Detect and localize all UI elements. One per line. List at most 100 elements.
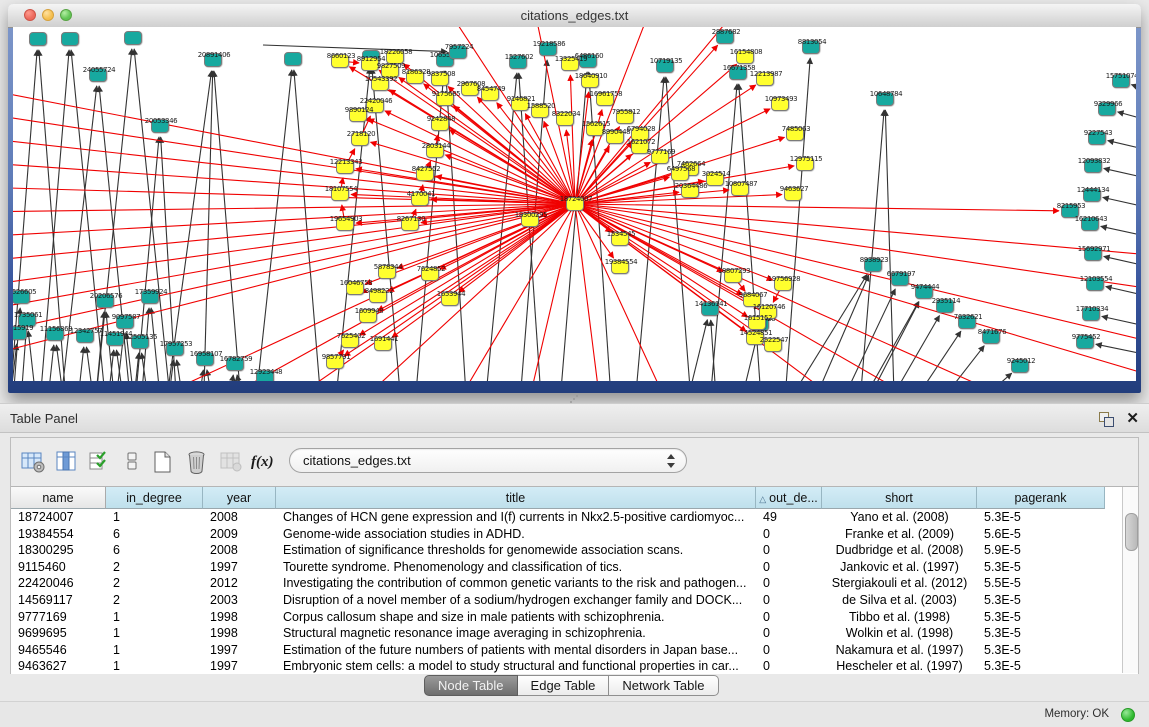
table-row[interactable]: 2242004622012Investigating the contribut… [11, 575, 1117, 592]
table-cell[interactable]: Wolkin et al. (1998) [822, 625, 977, 642]
graph-node-yellow[interactable]: 9857791 [326, 355, 344, 369]
table-row[interactable]: 1938455462009Genome-wide association stu… [11, 526, 1117, 543]
table-cell[interactable]: 1 [106, 509, 203, 526]
graph-node-yellow[interactable]: 10543392 [371, 77, 389, 91]
table-cell[interactable]: 2003 [203, 592, 276, 609]
table-cell[interactable]: Dudbridge et al. (2008) [822, 542, 977, 559]
column-header-out-de-[interactable]: △out_de... [756, 487, 822, 509]
import-table-button[interactable] [217, 448, 245, 476]
table-cell[interactable]: 5.5E-5 [977, 575, 1105, 592]
graph-node-yellow[interactable]: 1615152 [748, 316, 766, 330]
table-cell[interactable]: 5.3E-5 [977, 509, 1105, 526]
graph-node-yellow[interactable]: 9463627 [784, 187, 802, 201]
table-settings-button[interactable] [19, 448, 47, 476]
table-cell[interactable]: 0 [756, 609, 822, 626]
graph-node-yellow[interactable]: 9837508 [431, 72, 449, 86]
table-cell[interactable]: Nakamura et al. (1997) [822, 642, 977, 659]
graph-node-yellow[interactable]: 9175685 [436, 92, 454, 106]
table-cell[interactable]: 1998 [203, 625, 276, 642]
graph-node-yellow[interactable]: 1653944 [441, 292, 459, 306]
table-cell[interactable]: 5.3E-5 [977, 625, 1105, 642]
column-header-pagerank[interactable]: pagerank [977, 487, 1105, 509]
graph-node-yellow[interactable]: 20364486 [681, 184, 699, 198]
table-cell[interactable]: 0 [756, 625, 822, 642]
zoom-window-button[interactable] [60, 9, 72, 21]
memory-status-indicator[interactable] [1121, 708, 1135, 722]
table-cell[interactable]: 22420046 [11, 575, 106, 592]
table-cell[interactable]: 0 [756, 526, 822, 543]
graph-node-yellow[interactable]: 12213343 [336, 160, 354, 174]
close-panel-icon[interactable]: ✕ [1126, 408, 1139, 430]
graph-node-teal[interactable]: 9245012 [1011, 359, 1029, 373]
graph-node-teal[interactable]: 7957224 [449, 45, 467, 59]
table-cell[interactable]: 0 [756, 575, 822, 592]
close-window-button[interactable] [24, 9, 36, 21]
table-cell[interactable]: 9465546 [11, 642, 106, 659]
table-cell[interactable]: 0 [756, 542, 822, 559]
table-cell[interactable]: 6 [106, 526, 203, 543]
table-cell[interactable]: Yano et al. (2008) [822, 509, 977, 526]
graph-node-yellow[interactable]: 7625402 [341, 334, 359, 348]
graph-node-yellow[interactable]: 6497568 [671, 167, 689, 181]
graph-node-yellow[interactable]: 9890124 [349, 108, 367, 122]
graph-node-yellow[interactable]: 12213987 [756, 72, 774, 86]
graph-node-teal[interactable]: 11156869 [46, 327, 64, 341]
graph-node-teal[interactable]: 15692971 [1084, 247, 1102, 261]
graph-node-teal[interactable] [284, 52, 302, 66]
table-cell[interactable]: 5.3E-5 [977, 559, 1105, 576]
table-row[interactable]: 1456911722003Disruption of a novel membe… [11, 592, 1117, 609]
table-cell[interactable]: Genome-wide association studies in ADHD. [276, 526, 756, 543]
graph-node-yellow[interactable]: 8498222 [369, 289, 387, 303]
tab-edge-table[interactable]: Edge Table [518, 675, 610, 696]
graph-node-teal[interactable]: 3915919 [13, 326, 27, 340]
graph-node-teal[interactable]: 14136141 [701, 302, 719, 316]
graph-node-yellow[interactable]: 13325419 [561, 57, 579, 71]
table-cell[interactable]: 0 [756, 658, 822, 675]
table-cell[interactable]: 2 [106, 575, 203, 592]
graph-node-teal[interactable]: 9775452 [1076, 335, 1094, 349]
tab-network-table[interactable]: Network Table [609, 675, 718, 696]
table-cell[interactable]: 1997 [203, 559, 276, 576]
table-cell[interactable]: Estimation of significance thresholds fo… [276, 542, 756, 559]
graph-node-yellow[interactable]: 1534545 [611, 232, 629, 246]
graph-node-yellow[interactable]: 12975115 [796, 157, 814, 171]
column-header-year[interactable]: year [203, 487, 276, 509]
table-cell[interactable]: 2 [106, 592, 203, 609]
graph-node-yellow[interactable]: 2803144 [426, 144, 444, 158]
graph-node-yellow[interactable]: 18300295 [521, 213, 539, 227]
graph-node-yellow[interactable]: 2718120 [351, 132, 369, 146]
graph-node-yellow[interactable]: 9777169 [651, 150, 669, 164]
graph-node-yellow[interactable]: 8267130 [401, 217, 419, 231]
table-cell[interactable]: 1998 [203, 609, 276, 626]
graph-node-yellow[interactable]: 10973493 [771, 97, 789, 111]
table-cell[interactable]: 5.9E-5 [977, 542, 1105, 559]
table-row[interactable]: 946554611997Estimation of the future num… [11, 642, 1117, 659]
graph-node-teal[interactable]: 8471676 [982, 330, 1000, 344]
table-cell[interactable]: 14569117 [11, 592, 106, 609]
graph-node-teal[interactable] [29, 32, 47, 46]
table-cell[interactable]: 18300295 [11, 542, 106, 559]
table-cell[interactable]: 9777169 [11, 609, 106, 626]
table-row[interactable]: 911546021997Tourette syndrome. Phenomeno… [11, 559, 1117, 576]
table-cell[interactable]: 2 [106, 559, 203, 576]
graph-node-teal[interactable]: 1527602 [509, 55, 527, 69]
graph-node-yellow[interactable]: 5878344 [378, 265, 396, 279]
table-cell[interactable]: Disruption of a novel member of a sodium… [276, 592, 756, 609]
table-cell[interactable]: Embryonic stem cells: a model to study s… [276, 658, 756, 675]
scrollbar-thumb[interactable] [1125, 513, 1138, 551]
table-row[interactable]: 1830029562008Estimation of significance … [11, 542, 1117, 559]
graph-node-teal[interactable]: 17957253 [166, 342, 184, 356]
table-cell[interactable]: 2009 [203, 526, 276, 543]
table-cell[interactable]: Jankovic et al. (1997) [822, 559, 977, 576]
table-cell[interactable]: 1 [106, 658, 203, 675]
graph-node-teal[interactable]: 9329966 [1098, 102, 1116, 116]
table-row[interactable]: 1872400712008Changes of HCN gene express… [11, 509, 1117, 526]
column-header-name[interactable]: name [11, 487, 106, 509]
table-cell[interactable]: 5.6E-5 [977, 526, 1105, 543]
graph-node-teal[interactable]: 17359924 [141, 290, 159, 304]
graph-node-yellow[interactable]: 16154808 [736, 50, 754, 64]
table-row[interactable]: 946362711997Embryonic stem cells: a mode… [11, 658, 1117, 675]
graph-node-teal[interactable]: 2935114 [936, 299, 954, 313]
graph-node-yellow[interactable]: 19384554 [611, 260, 629, 274]
graph-node-yellow[interactable]: 8322034 [556, 112, 574, 126]
